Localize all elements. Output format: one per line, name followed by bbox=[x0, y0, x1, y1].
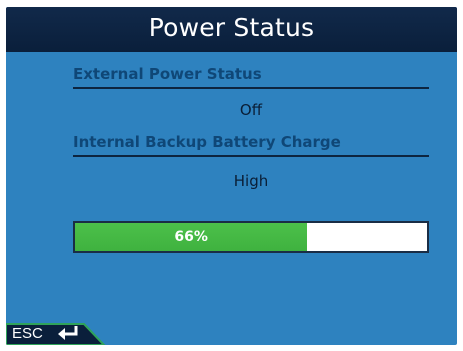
title-bar: Power Status bbox=[6, 7, 457, 52]
power-status-screen: Power Status External Power Status Off I… bbox=[6, 7, 457, 345]
esc-label: ESC bbox=[12, 325, 43, 342]
backup-battery-label: Internal Backup Battery Charge bbox=[73, 133, 341, 151]
divider bbox=[73, 87, 429, 89]
external-power-label: External Power Status bbox=[73, 65, 262, 83]
esc-button[interactable]: ESC bbox=[6, 322, 106, 345]
divider bbox=[73, 155, 429, 157]
page-title: Power Status bbox=[148, 13, 315, 42]
backup-battery-value: High bbox=[233, 172, 269, 190]
external-power-value: Off bbox=[239, 101, 263, 119]
battery-charge-bar: 66% bbox=[73, 221, 429, 253]
battery-charge-percent: 66% bbox=[174, 229, 208, 245]
